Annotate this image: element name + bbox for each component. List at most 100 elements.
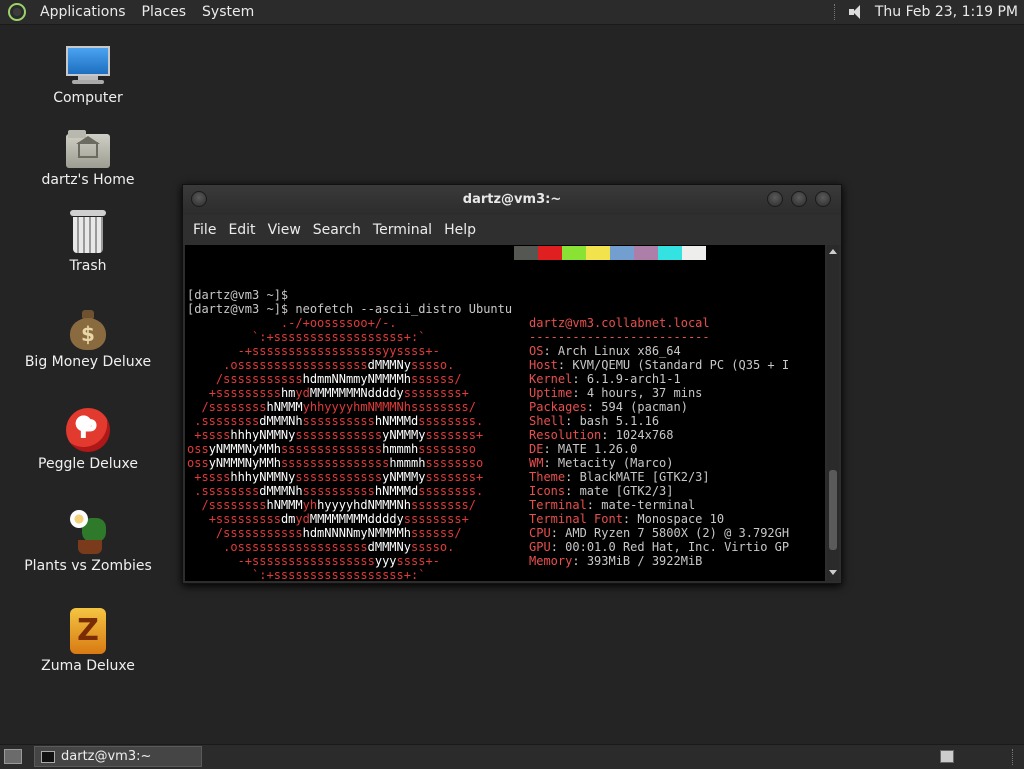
minimize-icon[interactable] (767, 191, 783, 207)
info-label: Kernel (529, 372, 573, 386)
taskbar-label: dartz@vm3:~ (61, 749, 152, 764)
info-label: Shell (529, 414, 566, 428)
info-row: OS: Arch Linux x86_64 (529, 344, 681, 358)
info-row: Kernel: 6.1.9-arch1-1 (529, 372, 681, 386)
color-swatch (610, 246, 634, 260)
menu-help[interactable]: Help (444, 222, 476, 238)
info-label: Terminal Font (529, 512, 623, 526)
prompt-line: [dartz@vm3 ~]$ (187, 288, 289, 302)
menu-terminal[interactable]: Terminal (373, 222, 432, 238)
desktop-icon-computer[interactable]: Computer (18, 46, 158, 106)
info-value: KVM/QEMU (Standard PC (Q35 + I (572, 358, 790, 372)
info-label: CPU (529, 526, 551, 540)
color-swatch (586, 246, 610, 260)
menu-edit[interactable]: Edit (228, 222, 255, 238)
ascii-line: .ssssssssdMMMNhsssssssssshNMMMdssssssss. (194, 484, 484, 498)
desktop-icon-peggle[interactable]: P Peggle Deluxe (18, 408, 158, 472)
system-menu[interactable]: System (194, 4, 262, 20)
money-bag-icon: $ (70, 310, 106, 350)
desktop-icon-label: Plants vs Zombies (24, 558, 152, 574)
info-row: WM: Metacity (Marco) (529, 456, 674, 470)
ascii-line: ossyNMMMNyMMhsssssssssssssshmmmhssssssso (187, 442, 477, 456)
info-row: GPU: 00:01.0 Red Hat, Inc. Virtio GP (529, 540, 790, 554)
maximize-icon[interactable] (791, 191, 807, 207)
color-swatch (634, 246, 658, 260)
color-swatch (682, 246, 706, 260)
neofetch-info: dartz@vm3.collabnet.local ---------------… (529, 316, 789, 568)
info-row: Uptime: 4 hours, 37 mins (529, 386, 703, 400)
computer-icon (64, 46, 112, 86)
clock[interactable]: Thu Feb 23, 1:19 PM (875, 4, 1018, 20)
info-header: dartz@vm3.collabnet.local (529, 316, 710, 330)
terminal-scrollbar[interactable] (827, 245, 839, 581)
applications-menu[interactable]: Applications (32, 4, 134, 20)
prompt-line: [dartz@vm3 ~]$ neofetch --ascii_distro U… (187, 302, 513, 316)
workspace-switcher-icon[interactable] (940, 750, 954, 763)
info-value: 00:01.0 Red Hat, Inc. Virtio GP (565, 540, 790, 554)
info-value: 4 hours, 37 mins (586, 386, 703, 400)
info-label: Packages (529, 400, 587, 414)
color-swatch (514, 246, 538, 260)
ascii-line: -+sssssssssssssssssyyyssss+- (237, 554, 440, 568)
ascii-line: `:+ssssssssssssssssss+:` (252, 568, 426, 581)
menu-view[interactable]: View (268, 222, 301, 238)
terminal-window[interactable]: dartz@vm3:~ File Edit View Search Termin… (182, 184, 842, 584)
ascii-line: -+ssssssssssssssssssyyssss+- (237, 344, 440, 358)
scroll-up-icon[interactable] (829, 249, 837, 254)
ascii-line: +sssssssssdmydMMMMMMMMddddyssssssss+ (208, 512, 469, 526)
home-folder-icon (66, 128, 110, 168)
info-value: Metacity (Marco) (557, 456, 674, 470)
trash-icon (70, 210, 106, 254)
info-label: Memory (529, 554, 573, 568)
window-titlebar[interactable]: dartz@vm3:~ (183, 185, 841, 215)
desktop-icon-zuma[interactable]: Z Zuma Deluxe (18, 608, 158, 674)
prompt-lines: [dartz@vm3 ~]$ [dartz@vm3 ~]$ neofetch --… (187, 288, 512, 316)
info-row: DE: MATE 1.26.0 (529, 442, 638, 456)
mate-logo-icon[interactable] (8, 3, 26, 21)
scroll-thumb[interactable] (829, 470, 837, 550)
info-value: Monospace 10 (637, 512, 725, 526)
desktop-icon-label: Computer (53, 90, 123, 106)
info-value: 1024x768 (615, 428, 674, 442)
desktop-icon-plants-vs-zombies[interactable]: Plants vs Zombies (18, 508, 158, 574)
terminal-icon (41, 750, 55, 763)
ascii-line: .ssssssssdMMMNhsssssssssshNMMMdssssssss. (194, 414, 484, 428)
info-row: Packages: 594 (pacman) (529, 400, 688, 414)
color-swatch (658, 246, 682, 260)
desktop-icon-label: Peggle Deluxe (38, 456, 138, 472)
desktop-icon-trash[interactable]: Trash (18, 210, 158, 274)
top-panel: Applications Places System Thu Feb 23, 1… (0, 0, 1024, 25)
taskbar-terminal-button[interactable]: dartz@vm3:~ (34, 746, 202, 767)
info-row: Resolution: 1024x768 (529, 428, 674, 442)
info-value: bash 5.1.16 (579, 414, 660, 428)
info-value: Arch Linux x86_64 (557, 344, 681, 358)
desktop-icon-label: Big Money Deluxe (24, 354, 152, 370)
volume-icon[interactable] (847, 4, 865, 20)
info-label: DE (529, 442, 544, 456)
zuma-icon: Z (70, 608, 106, 654)
menu-file[interactable]: File (193, 222, 216, 238)
color-swatch (538, 246, 562, 260)
info-row: Terminal: mate-terminal (529, 498, 696, 512)
info-label: Host (529, 358, 558, 372)
desktop-icon-label: dartz's Home (41, 172, 135, 188)
info-label: Theme (529, 470, 566, 484)
scroll-down-icon[interactable] (829, 570, 837, 575)
desktop-icon-big-money[interactable]: $ Big Money Deluxe (18, 310, 158, 370)
menu-search[interactable]: Search (313, 222, 361, 238)
desktop-icon-home[interactable]: dartz's Home (18, 128, 158, 188)
info-value: mate [GTK2/3] (579, 484, 674, 498)
places-menu[interactable]: Places (134, 4, 195, 20)
terminal-output[interactable]: [dartz@vm3 ~]$ [dartz@vm3 ~]$ neofetch --… (185, 245, 825, 581)
info-row: Shell: bash 5.1.16 (529, 414, 660, 428)
show-desktop-icon[interactable] (4, 749, 22, 764)
plants-vs-zombies-icon (68, 508, 108, 554)
close-icon[interactable] (815, 191, 831, 207)
ascii-line: +ssssssssshmydMMMMMMMNddddyssssssss+ (208, 386, 469, 400)
ascii-line: .ossssssssssssssssssdMMMNysssso. (223, 358, 455, 372)
info-value: AMD Ryzen 7 5800X (2) @ 3.792GH (565, 526, 790, 540)
info-value: mate-terminal (601, 498, 696, 512)
ascii-line: /ssssssssssshdmmNNmmyNMMMMhssssss/ (215, 372, 462, 386)
info-row: Memory: 393MiB / 3922MiB (529, 554, 703, 568)
info-label: Terminal (529, 498, 587, 512)
